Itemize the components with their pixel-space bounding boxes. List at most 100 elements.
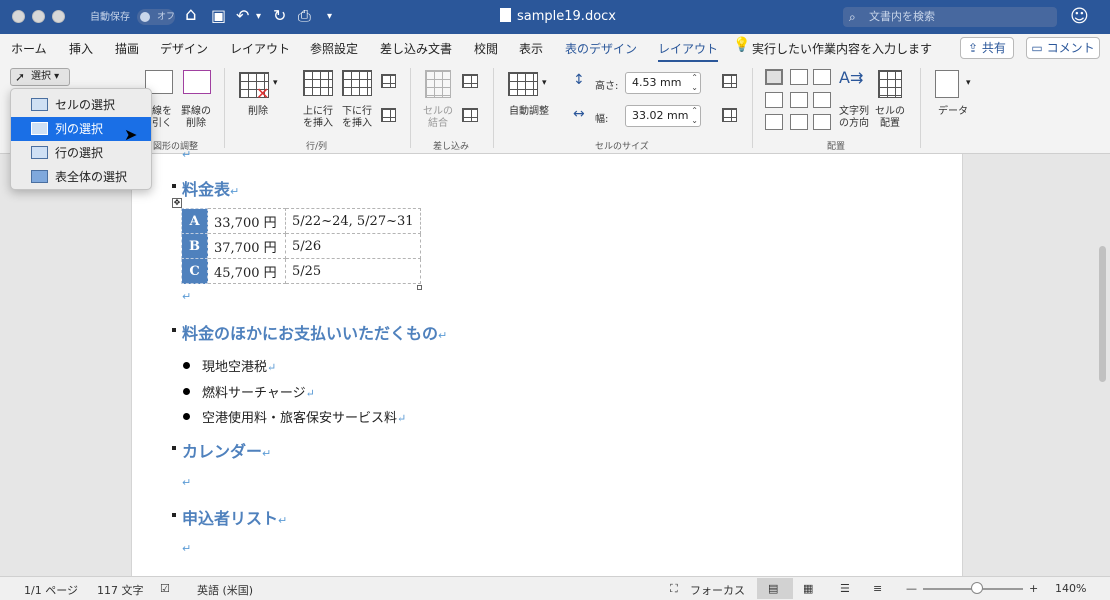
autofit-dropdown-icon[interactable]: ▾: [542, 78, 547, 88]
table-cell[interactable]: 5/22~24, 5/27~31: [285, 208, 421, 234]
table-resize-handle[interactable]: [417, 285, 422, 290]
align-top-left-icon[interactable]: [765, 69, 783, 85]
cell-margins-icon[interactable]: [878, 70, 902, 98]
page-count[interactable]: 1/1 ページ: [24, 582, 78, 598]
table-cell[interactable]: 5/25: [285, 258, 421, 284]
table-cell[interactable]: 45,700 円: [207, 258, 286, 284]
tab-table-design[interactable]: 表のデザイン: [565, 40, 637, 57]
table-cell[interactable]: C: [181, 258, 208, 284]
table-cell[interactable]: 37,700 円: [207, 233, 286, 259]
paragraph-mark: ↵: [182, 476, 192, 489]
comment-button[interactable]: ▭ コメント: [1026, 37, 1100, 59]
distribute-columns-icon[interactable]: [722, 74, 737, 88]
document-page[interactable]: ↵ 料金表↵ ✥ A 33,700 円 5/22~24, 5/27~31 B 3…: [131, 148, 963, 576]
feedback-icon[interactable]: ☺: [1070, 6, 1089, 27]
table-cell[interactable]: A: [181, 208, 208, 234]
focus-label[interactable]: フォーカス: [690, 582, 745, 598]
minimize-window-button[interactable]: [32, 10, 45, 23]
customize-toolbar-icon[interactable]: ▾: [327, 11, 332, 22]
height-stepper[interactable]: ⌃ ⌄: [691, 73, 698, 93]
select-button[interactable]: ➚ 選択 ▾: [10, 68, 70, 86]
tab-review[interactable]: 校閲: [474, 40, 498, 57]
search-input[interactable]: ⌕ 文書内を検索: [843, 7, 1057, 27]
save-icon[interactable]: ▣: [211, 6, 226, 25]
merge-cells-icon[interactable]: [425, 70, 451, 98]
word-count[interactable]: 117 文字: [97, 582, 144, 598]
undo-icon[interactable]: ↶: [236, 6, 249, 25]
vertical-scrollbar[interactable]: [1099, 246, 1106, 382]
eraser-icon[interactable]: [183, 70, 211, 94]
tab-table-layout[interactable]: レイアウト: [658, 40, 719, 63]
web-layout-icon[interactable]: ▦: [803, 582, 813, 595]
focus-icon[interactable]: ⛶: [670, 582, 678, 596]
text-direction-icon[interactable]: A⇉: [839, 68, 863, 87]
redo-icon[interactable]: ↻: [273, 6, 286, 25]
heading-calendar[interactable]: カレンダー↵: [172, 438, 271, 462]
split-table-icon[interactable]: [462, 108, 478, 122]
share-button[interactable]: ⇪ 共有: [960, 37, 1014, 59]
table-cell[interactable]: B: [181, 233, 208, 259]
tab-layout[interactable]: レイアウト: [230, 40, 290, 57]
draft-view-icon[interactable]: ≡: [873, 582, 882, 595]
autosave-toggle[interactable]: オフ: [137, 9, 175, 25]
outline-view-icon[interactable]: ☰: [840, 582, 850, 595]
insert-below-icon[interactable]: [342, 70, 372, 96]
insert-above-icon[interactable]: [303, 70, 333, 96]
insert-left-icon[interactable]: [381, 74, 396, 88]
data-icon[interactable]: [935, 70, 959, 98]
zoom-slider-knob[interactable]: [971, 582, 983, 594]
tab-view[interactable]: 表示: [519, 40, 543, 57]
print-icon[interactable]: ⎙: [298, 6, 311, 26]
align-bottom-right-icon[interactable]: [813, 114, 831, 130]
zoom-level[interactable]: 140%: [1055, 582, 1086, 595]
table-cell[interactable]: 33,700 円: [207, 208, 286, 234]
table-move-handle[interactable]: ✥: [172, 198, 182, 208]
list-item[interactable]: 燃料サーチャージ↵: [183, 382, 315, 401]
close-window-button[interactable]: [12, 10, 25, 23]
zoom-in-icon[interactable]: +: [1029, 582, 1038, 595]
proofing-icon[interactable]: ☑: [160, 582, 170, 595]
tell-me-input[interactable]: 実行したい作業内容を入力します: [752, 40, 932, 57]
heading-applicant-list[interactable]: 申込者リスト↵: [172, 505, 287, 529]
width-input[interactable]: 33.02 mm ⌃ ⌄: [625, 105, 701, 127]
tab-design[interactable]: デザイン: [160, 40, 208, 57]
tab-draw[interactable]: 描画: [115, 40, 139, 57]
heading-price-table[interactable]: 料金表↵: [172, 176, 239, 200]
align-middle-right-icon[interactable]: [813, 92, 831, 108]
insert-right-icon[interactable]: [381, 108, 396, 122]
height-value: 4.53 mm: [632, 76, 682, 89]
menu-item-select-table[interactable]: 表全体の選択: [11, 165, 151, 189]
align-middle-left-icon[interactable]: [765, 92, 783, 108]
zoom-out-icon[interactable]: —: [906, 582, 917, 595]
undo-dropdown-icon[interactable]: ▾: [256, 11, 261, 22]
price-table[interactable]: A 33,700 円 5/22~24, 5/27~31 B 37,700 円 5…: [181, 208, 421, 284]
heading-text: 料金のほかにお支払いいただくもの: [182, 324, 439, 343]
table-cell[interactable]: 5/26: [285, 233, 421, 259]
heading-extra-charges[interactable]: 料金のほかにお支払いいただくもの↵: [172, 320, 447, 344]
list-item[interactable]: 現地空港税↵: [183, 356, 276, 375]
height-input[interactable]: 4.53 mm ⌃ ⌄: [625, 72, 701, 94]
tab-references[interactable]: 参照設定: [310, 40, 358, 57]
align-bottom-center-icon[interactable]: [790, 114, 808, 130]
align-top-right-icon[interactable]: [813, 69, 831, 85]
align-top-center-icon[interactable]: [790, 69, 808, 85]
autofit-icon[interactable]: [508, 72, 538, 96]
delete-dropdown-icon[interactable]: ▾: [273, 78, 278, 88]
home-icon[interactable]: ⌂: [185, 4, 196, 25]
distribute-rows-icon[interactable]: [722, 108, 737, 122]
heading-text: 申込者リスト: [182, 509, 279, 528]
tab-home[interactable]: ホーム: [11, 40, 47, 57]
heading-text: 料金表: [182, 180, 231, 199]
list-item[interactable]: 空港使用料・旅客保安サービス料↵: [183, 407, 406, 426]
split-cells-icon[interactable]: [462, 74, 478, 88]
zoom-window-button[interactable]: [52, 10, 65, 23]
menu-item-select-row[interactable]: 行の選択: [11, 141, 151, 165]
align-bottom-left-icon[interactable]: [765, 114, 783, 130]
tab-insert[interactable]: 挿入: [69, 40, 93, 57]
align-middle-center-icon[interactable]: [790, 92, 808, 108]
data-dropdown-icon[interactable]: ▾: [966, 78, 971, 88]
menu-item-select-cell[interactable]: セルの選択: [11, 93, 151, 117]
width-stepper[interactable]: ⌃ ⌄: [691, 106, 698, 126]
language-status[interactable]: 英語 (米国): [197, 582, 253, 598]
tab-mailings[interactable]: 差し込み文書: [380, 40, 452, 57]
